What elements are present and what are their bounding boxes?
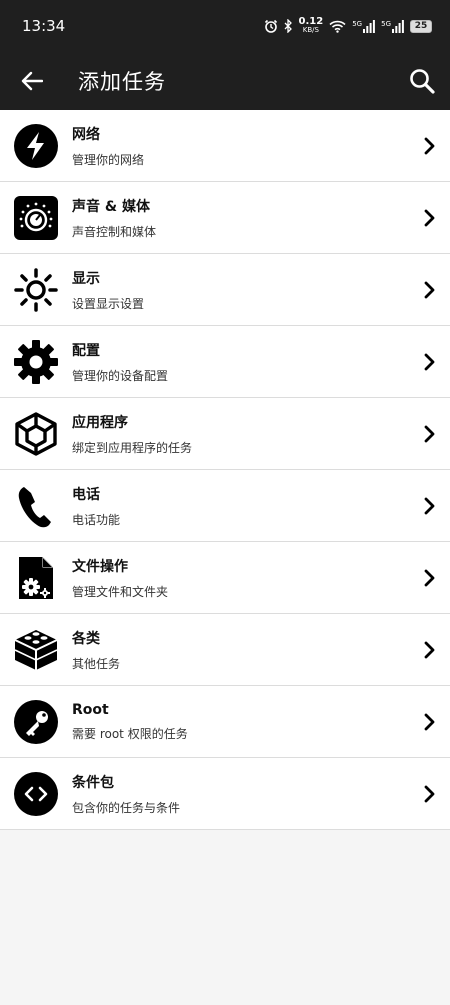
chevron-right-icon [424, 713, 435, 730]
item-title: 显示 [72, 270, 100, 287]
item-subtitle: 设置显示设置 [72, 296, 145, 311]
task-category-list: 网络 管理你的网络 声音 & 媒体 声音控制和媒体 显示 设置显示设置 配置 管… [0, 110, 450, 830]
net-speed: 0.12 KB/S [298, 16, 324, 35]
list-item-file-operations[interactable]: 文件操作 管理文件和文件夹 [0, 542, 450, 614]
page-title: 添加任务 [78, 70, 166, 94]
chevron-right-icon [424, 425, 435, 442]
search-button[interactable] [406, 65, 438, 97]
brick-icon [14, 629, 58, 670]
gear-icon [14, 339, 58, 384]
item-title: 声音 & 媒体 [72, 198, 150, 215]
list-item-display[interactable]: 显示 设置显示设置 [0, 254, 450, 326]
chevron-right-icon [424, 353, 435, 370]
list-item-sound-media[interactable]: 声音 & 媒体 声音控制和媒体 [0, 182, 450, 254]
item-subtitle: 管理你的设备配置 [72, 368, 169, 383]
sun-icon [14, 267, 58, 312]
list-item-profiles[interactable]: 配置 管理你的设备配置 [0, 326, 450, 398]
item-title: 网络 [72, 126, 100, 143]
item-subtitle: 管理文件和文件夹 [72, 584, 169, 599]
item-subtitle: 需要 root 权限的任务 [72, 726, 188, 741]
battery-icon: 25 [410, 19, 432, 33]
item-title: 电话 [72, 486, 100, 503]
item-subtitle: 声音控制和媒体 [72, 224, 157, 239]
file-gear-icon [19, 556, 53, 599]
chevron-right-icon [424, 641, 435, 658]
item-subtitle: 绑定到应用程序的任务 [72, 440, 193, 455]
list-item-condition-package[interactable]: 条件包 包含你的任务与条件 [0, 758, 450, 830]
chevron-right-icon [424, 497, 435, 514]
signal-label-2: 5G [381, 19, 391, 28]
list-item-network[interactable]: 网络 管理你的网络 [0, 110, 450, 182]
list-item-applications[interactable]: 应用程序 绑定到应用程序的任务 [0, 398, 450, 470]
item-title: 文件操作 [72, 558, 128, 575]
arrow-left-icon [21, 71, 43, 91]
item-subtitle: 管理你的网络 [72, 152, 145, 167]
phone-icon [18, 486, 51, 527]
chevron-right-icon [424, 137, 435, 154]
status-time: 13:34 [22, 17, 66, 35]
list-item-misc[interactable]: 各类 其他任务 [0, 614, 450, 686]
item-subtitle: 电话功能 [72, 512, 121, 527]
item-title: 各类 [72, 630, 100, 647]
back-button[interactable] [18, 67, 46, 95]
signal-icon-2 [392, 19, 404, 33]
toolbar: 添加任务 [0, 52, 450, 110]
bluetooth-icon [284, 19, 292, 33]
item-subtitle: 包含你的任务与条件 [72, 800, 181, 815]
list-item-phone[interactable]: 电话 电话功能 [0, 470, 450, 542]
chevron-right-icon [424, 281, 435, 298]
wifi-icon [329, 20, 346, 33]
signal-label-1: 5G [352, 19, 363, 28]
key-icon [14, 699, 58, 744]
item-title: Root [72, 701, 109, 718]
chevron-right-icon [424, 209, 435, 226]
volume-knob-icon [14, 195, 58, 240]
search-icon [410, 69, 435, 94]
status-bar: 13:34 0.12 KB/S 5G 5G 25 [0, 0, 450, 52]
code-icon [14, 771, 58, 816]
chevron-right-icon [424, 785, 435, 802]
item-title: 条件包 [72, 774, 114, 791]
alarm-icon [264, 19, 277, 33]
app-cube-icon [15, 411, 57, 456]
item-subtitle: 其他任务 [72, 656, 121, 671]
list-item-root[interactable]: Root 需要 root 权限的任务 [0, 686, 450, 758]
status-icons: 0.12 KB/S 5G 5G 25 [264, 17, 432, 35]
signal-icon [363, 19, 376, 33]
item-title: 配置 [72, 342, 100, 359]
lightning-icon [14, 123, 58, 168]
item-title: 应用程序 [72, 414, 128, 431]
chevron-right-icon [424, 569, 435, 586]
